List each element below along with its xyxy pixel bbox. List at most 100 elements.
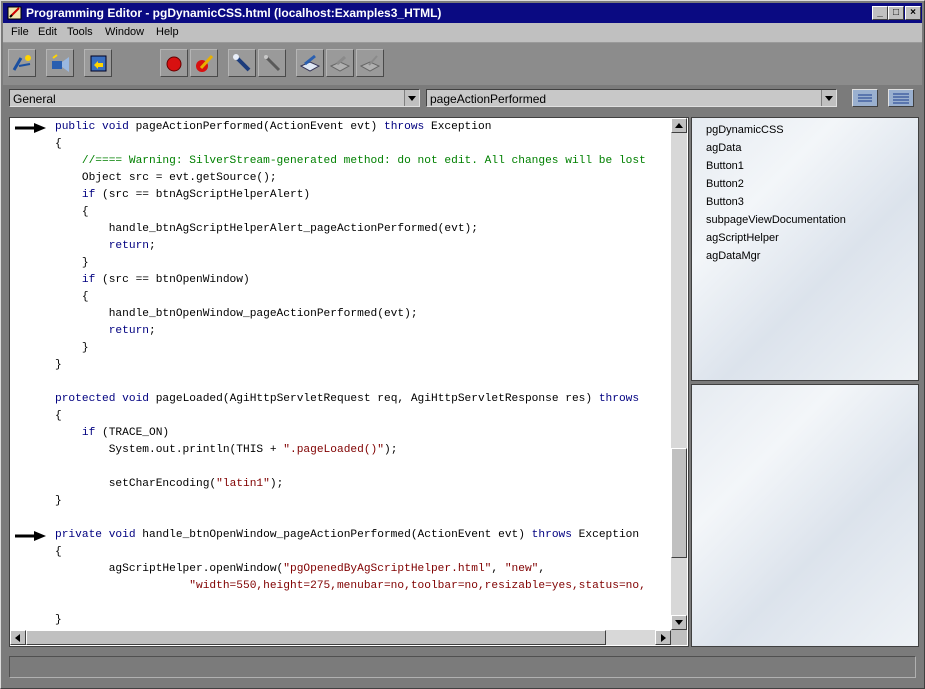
code-token: protected void: [55, 393, 156, 405]
title-bar[interactable]: Programming Editor - pgDynamicCSS.html (…: [3, 3, 922, 23]
code-token: ".pageLoaded()": [283, 444, 384, 456]
minimize-button[interactable]: _: [872, 6, 888, 20]
selector-row: General pageActionPerformed: [3, 86, 922, 110]
code-line[interactable]: if (src == btnOpenWindow): [55, 272, 250, 289]
code-token: if: [55, 189, 102, 201]
code-line[interactable]: private void handle_btnOpenWindow_pageAc…: [55, 527, 639, 544]
code-token: handle_btnOpenWindow_pageActionPerformed…: [142, 529, 532, 541]
book-button[interactable]: [326, 49, 354, 77]
code-editor[interactable]: public void pageActionPerformed(ActionEv…: [9, 117, 689, 647]
arrow-right-icon: [15, 531, 46, 541]
code-token: return: [55, 240, 149, 252]
horizontal-scrollbar[interactable]: [10, 630, 671, 645]
list-item[interactable]: pgDynamicCSS: [706, 124, 784, 136]
object-combo[interactable]: General: [9, 89, 420, 107]
list-item[interactable]: Button2: [706, 178, 744, 190]
chevron-down-icon[interactable]: [821, 90, 836, 106]
export-button[interactable]: [84, 49, 112, 77]
tool-button[interactable]: [258, 49, 286, 77]
detail-view-button[interactable]: [888, 89, 914, 107]
book-edit-button[interactable]: [356, 49, 384, 77]
code-token: );: [383, 444, 398, 456]
code-token: if: [55, 427, 102, 439]
list-view-button[interactable]: [852, 89, 878, 107]
code-line[interactable]: //==== Warning: SilverStream-generated m…: [55, 153, 646, 170]
compile-button[interactable]: [8, 49, 36, 77]
code-token: Object src = evt.getSource();: [55, 172, 277, 184]
code-token: return: [55, 325, 149, 337]
scroll-right-button[interactable]: [655, 630, 671, 645]
code-token: System.out.println(THIS +: [55, 444, 284, 456]
list-item[interactable]: subpageViewDocumentation: [706, 214, 846, 226]
code-token: throws: [383, 121, 431, 133]
flashlight-button[interactable]: [228, 49, 256, 77]
code-line[interactable]: if (src == btnAgScriptHelperAlert): [55, 187, 310, 204]
vertical-scrollbar[interactable]: [671, 118, 687, 630]
menu-edit[interactable]: Edit: [38, 26, 57, 38]
open-book-button[interactable]: [296, 49, 324, 77]
code-line[interactable]: handle_btnOpenWindow_pageActionPerformed…: [55, 306, 418, 323]
book-icon: [329, 55, 351, 72]
toolbar: [3, 43, 922, 85]
code-line[interactable]: handle_btnAgScriptHelperAlert_pageAction…: [55, 221, 478, 238]
code-line[interactable]: if (TRACE_ON): [55, 425, 169, 442]
list-item[interactable]: agData: [706, 142, 741, 154]
vertical-scroll-thumb[interactable]: [671, 448, 687, 558]
run-icon: [52, 54, 69, 72]
code-line[interactable]: setCharEncoding("latin1");: [55, 476, 284, 493]
open-book-icon: [299, 54, 321, 72]
code-line[interactable]: }: [55, 255, 89, 272]
code-token: ;: [149, 325, 156, 337]
menu-file[interactable]: File: [11, 26, 29, 38]
code-line[interactable]: return;: [55, 323, 156, 340]
scroll-up-button[interactable]: [671, 118, 687, 133]
record-icon: [166, 56, 182, 72]
code-line[interactable]: {: [55, 544, 62, 561]
object-combo-value: General: [13, 92, 56, 106]
code-token: setCharEncoding(: [55, 478, 217, 490]
code-token: (TRACE_ON): [102, 427, 170, 439]
list-item[interactable]: Button3: [706, 196, 744, 208]
code-line[interactable]: return;: [55, 238, 156, 255]
code-line[interactable]: System.out.println(THIS + ".pageLoaded()…: [55, 442, 398, 459]
code-line[interactable]: agScriptHelper.openWindow("pgOpenedByAgS…: [55, 561, 545, 578]
code-token: if: [55, 274, 102, 286]
chevron-left-icon: [15, 634, 20, 642]
code-line[interactable]: {: [55, 289, 89, 306]
list-item[interactable]: agScriptHelper: [706, 232, 779, 244]
code-token: {: [55, 410, 62, 422]
run-button[interactable]: [46, 49, 74, 77]
code-line[interactable]: {: [55, 204, 89, 221]
code-line[interactable]: Object src = evt.getSource();: [55, 170, 277, 187]
code-token: Exception: [578, 529, 640, 541]
record-button[interactable]: [160, 49, 188, 77]
menu-tools[interactable]: Tools: [67, 26, 93, 38]
app-icon: [7, 6, 22, 20]
code-line[interactable]: }: [55, 612, 62, 629]
list-item[interactable]: agDataMgr: [706, 250, 760, 262]
menu-window[interactable]: Window: [105, 26, 144, 38]
edit-icon: [196, 54, 214, 72]
close-button[interactable]: ×: [905, 6, 921, 20]
chevron-up-icon: [675, 123, 683, 128]
event-combo[interactable]: pageActionPerformed: [426, 89, 837, 107]
code-token: Exception: [430, 121, 492, 133]
scroll-left-button[interactable]: [10, 630, 26, 645]
code-line[interactable]: {: [55, 136, 62, 153]
code-area[interactable]: public void pageActionPerformed(ActionEv…: [10, 118, 671, 630]
chevron-down-icon[interactable]: [404, 90, 419, 106]
code-line[interactable]: public void pageActionPerformed(ActionEv…: [55, 119, 491, 136]
code-line[interactable]: }: [55, 357, 62, 374]
maximize-button[interactable]: □: [888, 6, 904, 20]
code-line[interactable]: }: [55, 340, 89, 357]
code-line[interactable]: {: [55, 408, 62, 425]
code-line[interactable]: protected void pageLoaded(AgiHttpServlet…: [55, 391, 639, 408]
code-line[interactable]: "width=550,height=275,menubar=no,toolbar…: [55, 578, 646, 595]
list-item[interactable]: Button1: [706, 160, 744, 172]
horizontal-scroll-thumb[interactable]: [26, 630, 606, 645]
code-token: {: [55, 546, 62, 558]
code-line[interactable]: }: [55, 493, 62, 510]
edit-button[interactable]: [190, 49, 218, 77]
menu-help[interactable]: Help: [156, 26, 179, 38]
scroll-down-button[interactable]: [671, 615, 687, 630]
